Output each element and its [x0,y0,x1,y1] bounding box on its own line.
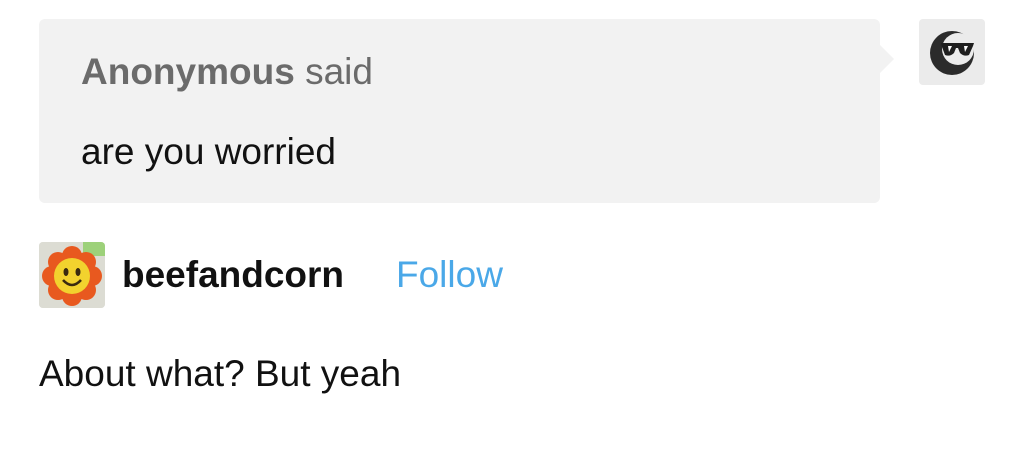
asker-name: Anonymous [81,51,295,92]
answer-text: About what? But yeah [39,353,402,394]
question-text: are you worried [81,131,337,172]
blog-name[interactable]: beefandcorn [122,253,344,297]
asker-line: Anonymous said [81,50,373,94]
said-label: said [305,51,373,92]
smiley-flower-icon [39,242,105,308]
follow-button[interactable]: Follow [396,253,503,297]
anonymous-avatar [919,19,985,85]
sunglasses-moon-icon [930,31,974,75]
blog-avatar[interactable] [39,242,105,308]
ask-bubble: Anonymous said are you worried [39,19,894,203]
